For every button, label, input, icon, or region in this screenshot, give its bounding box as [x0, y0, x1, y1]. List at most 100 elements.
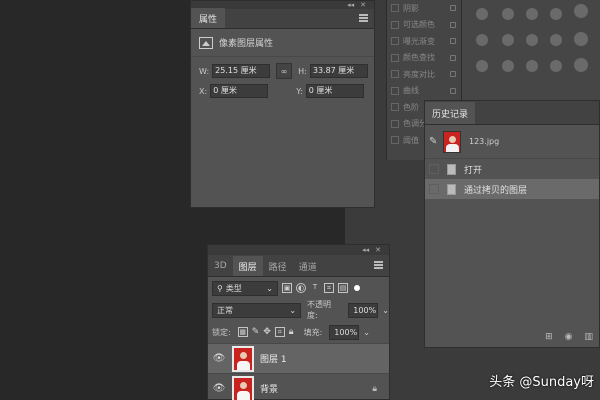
properties-header: 像素图层属性 [191, 29, 374, 57]
history-item[interactable]: 打开 [425, 159, 599, 179]
lock-transparent-icon[interactable]: ▦ [237, 327, 248, 337]
filter-kind-select[interactable]: ⚲ 类型 ⌄ [212, 280, 278, 296]
lock-icon[interactable]: 🔒︎ [372, 384, 377, 394]
y-field[interactable]: 0 厘米 [305, 84, 364, 98]
checkbox[interactable] [391, 136, 399, 145]
checkbox[interactable] [391, 53, 399, 62]
brush-preset[interactable] [476, 8, 488, 20]
brush-preset[interactable] [526, 8, 538, 20]
new-document-from-state-icon[interactable]: ⊞ [545, 332, 553, 342]
layer-name[interactable]: 图层 1 [260, 352, 287, 365]
lock-all-icon[interactable]: 🔒︎ [289, 327, 294, 337]
snapshot-name: 123.jpg [469, 137, 500, 146]
list-item[interactable]: 阴影 [387, 0, 461, 17]
checkbox[interactable] [391, 70, 399, 79]
trash-icon[interactable]: ▥ [584, 332, 593, 342]
camera-icon[interactable]: ◉ [565, 332, 573, 342]
panel-menu-icon[interactable] [359, 14, 368, 22]
brush-preset[interactable] [476, 34, 488, 46]
brush-preset[interactable] [526, 34, 538, 46]
checkbox[interactable] [391, 86, 399, 95]
chevron-down-icon[interactable]: ⌄ [382, 306, 389, 315]
checkbox[interactable] [391, 37, 399, 46]
type-filter-icon[interactable]: T [310, 283, 320, 293]
brush-presets-panel [462, 0, 600, 100]
width-field[interactable]: 25.15 厘米 [212, 64, 271, 78]
history-brush-source[interactable] [429, 164, 439, 174]
checkbox[interactable] [391, 20, 399, 29]
collapse-icon[interactable]: ◂◂ [362, 245, 369, 255]
y-label: Y: [296, 86, 303, 96]
lock-position-icon[interactable]: ✥ [263, 327, 271, 337]
close-icon[interactable]: ✕ [375, 245, 381, 255]
lock-icon [450, 87, 456, 94]
layer-row[interactable]: 👁︎ 背景 🔒︎ [208, 373, 389, 400]
lock-artboard-icon[interactable]: ⌗ [274, 327, 285, 337]
list-item[interactable]: 曝光渐变 [387, 33, 461, 50]
fill-label: 填充: [303, 327, 323, 337]
tab-paths[interactable]: 路径 [263, 256, 293, 276]
checkbox[interactable] [391, 119, 399, 128]
list-item-label: 阈值 [403, 135, 419, 145]
brush-preset[interactable] [574, 58, 588, 72]
opacity-field[interactable]: 100% [348, 302, 379, 318]
snapshot-thumbnail [443, 130, 461, 153]
layer-filter-row: ⚲ 类型 ⌄ ▣ ◐ T ⌗ ▤ [208, 277, 389, 299]
filter-toggle-icon[interactable] [354, 285, 360, 291]
collapse-icon[interactable]: ◂◂ [347, 1, 354, 9]
list-item[interactable]: 亮度对比 [387, 66, 461, 83]
close-icon[interactable]: ✕ [360, 1, 366, 9]
brush-preset[interactable] [502, 60, 514, 72]
tab-properties[interactable]: 属性 [191, 8, 226, 28]
brush-preset[interactable] [550, 8, 562, 20]
tab-history[interactable]: 历史记录 [425, 102, 476, 124]
blend-mode-select[interactable]: 正常 ⌄ [212, 302, 302, 318]
list-item[interactable]: 曲线 [387, 83, 461, 100]
pixel-filter-icon[interactable]: ▣ [282, 283, 292, 293]
brush-preset[interactable] [550, 60, 562, 72]
brush-preset[interactable] [526, 60, 538, 72]
history-brush-icon[interactable]: ✎ [429, 136, 443, 147]
history-snapshot[interactable]: ✎ 123.jpg [425, 125, 599, 159]
tab-layers[interactable]: 图层 [232, 256, 263, 276]
layer-name[interactable]: 背景 [260, 382, 278, 395]
history-item[interactable]: 通过拷贝的图层 [425, 179, 599, 199]
layer-row[interactable]: 👁︎ 图层 1 [208, 343, 389, 373]
properties-panel: ◂◂ ✕ 属性 像素图层属性 W: 25.15 厘米 ∞ H: 33.87 厘米… [190, 0, 375, 208]
layer-copy-icon [447, 183, 456, 195]
visibility-eye-icon[interactable]: 👁︎ [208, 353, 230, 364]
history-brush-source[interactable] [429, 184, 439, 194]
brush-preset[interactable] [574, 4, 588, 18]
brush-preset[interactable] [476, 60, 488, 72]
brush-preset[interactable] [550, 34, 562, 46]
link-icon[interactable]: ∞ [276, 63, 293, 79]
panel-menu-icon[interactable] [374, 261, 383, 269]
position-row: X: 0 厘米 Y: 0 厘米 [191, 81, 374, 101]
tab-channels[interactable]: 通道 [293, 256, 323, 276]
opacity-value: 100% [353, 305, 377, 315]
checkbox[interactable] [391, 103, 399, 112]
visibility-eye-icon[interactable]: 👁︎ [208, 383, 230, 394]
fill-field[interactable]: 100% [329, 324, 360, 340]
x-field[interactable]: 0 厘米 [210, 84, 269, 98]
tab-3d[interactable]: 3D [208, 256, 233, 276]
brush-preset[interactable] [574, 32, 588, 46]
adjustment-filter-icon[interactable]: ◐ [296, 283, 306, 293]
chevron-down-icon[interactable]: ⌄ [363, 328, 370, 337]
history-item-label: 打开 [464, 165, 483, 176]
properties-tabbar: 属性 [191, 8, 374, 29]
height-field[interactable]: 33.87 厘米 [309, 64, 368, 78]
shape-filter-icon[interactable]: ⌗ [324, 283, 334, 293]
brush-preset[interactable] [502, 8, 514, 20]
smart-object-filter-icon[interactable]: ▤ [338, 283, 348, 293]
checkbox[interactable] [391, 4, 399, 13]
list-item-label: 曲线 [403, 86, 419, 96]
properties-heading: 像素图层属性 [219, 39, 274, 49]
list-item[interactable]: 可选颜色 [387, 17, 461, 34]
lock-pixels-icon[interactable]: ✎ [252, 327, 260, 337]
size-row: W: 25.15 厘米 ∞ H: 33.87 厘米 [191, 61, 374, 81]
layer-thumbnail [232, 375, 254, 400]
pixel-layer-icon [199, 36, 213, 49]
list-item[interactable]: 颜色查找 [387, 50, 461, 67]
brush-preset[interactable] [502, 34, 514, 46]
